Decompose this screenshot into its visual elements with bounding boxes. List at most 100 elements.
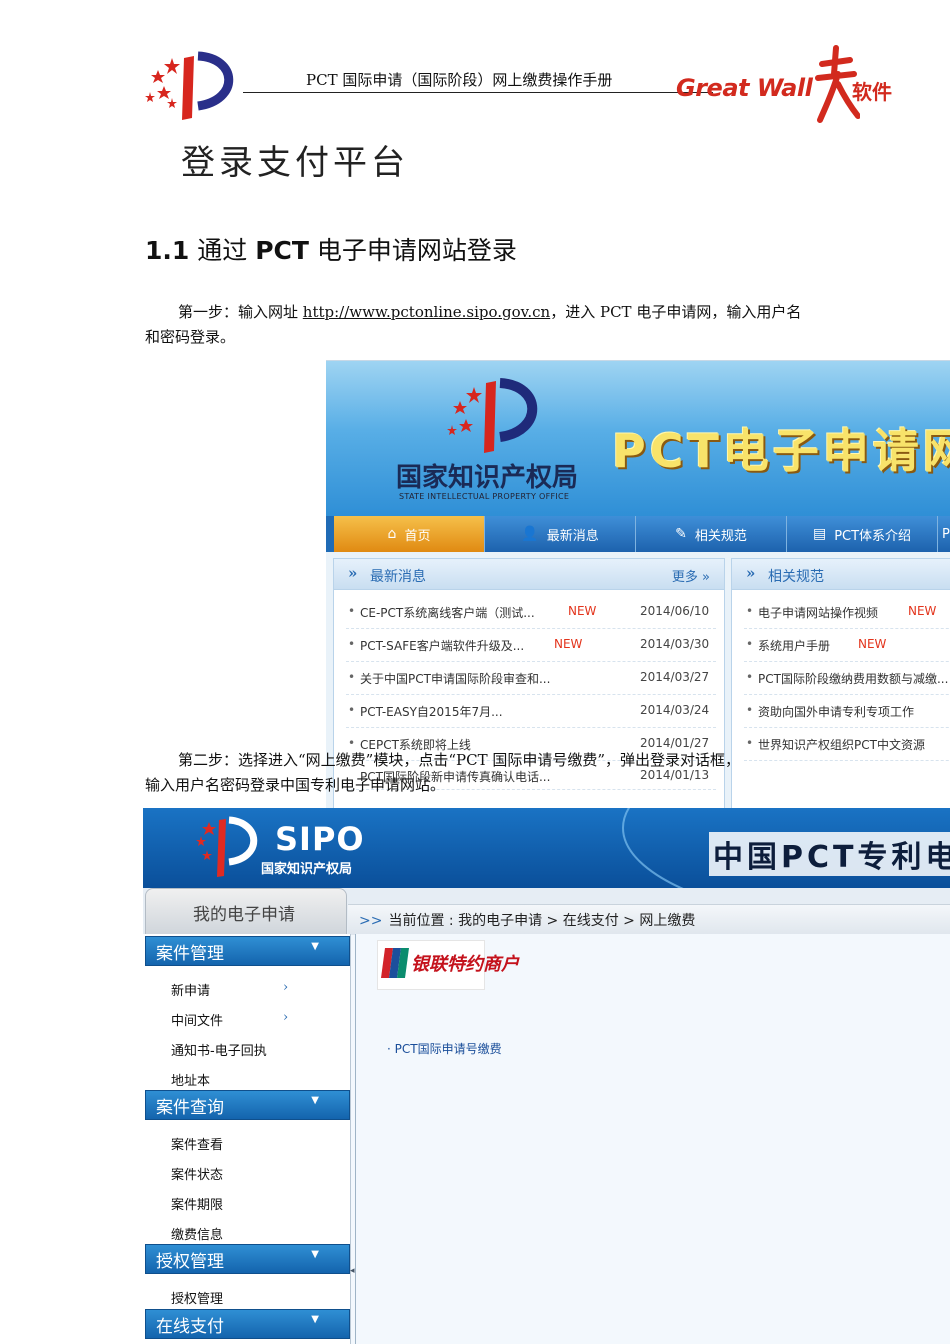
nav-home[interactable]: ⌂ 首页 (334, 516, 485, 552)
sidebar-section-title: 案件查询 (156, 1098, 224, 1118)
step2-line2: 输入用户名密码登录中国专利电子申请网站。 (145, 776, 446, 794)
pct-application-fee-link[interactable]: · PCT国际申请号缴费 (387, 1040, 502, 1057)
sidebar-section-title: 授权管理 (156, 1252, 224, 1272)
sidebar-item-case-deadline[interactable]: 案件期限 (171, 1194, 223, 1213)
sidebar-collapse-icon[interactable]: ◂ (350, 1266, 355, 1286)
cpct-site-title: 中国PCT专利电 (709, 832, 950, 876)
news-item-title: PCT-SAFE客户端软件升级及... (360, 639, 525, 653)
page-heading: 登录支付平台 (181, 143, 409, 183)
sidebar-item-notices-receipts[interactable]: 通知书-电子回执 (171, 1040, 267, 1059)
new-badge: NEW (554, 637, 583, 651)
sidebar-item-case-view[interactable]: 案件查看 (171, 1134, 223, 1153)
bullet-icon: • (348, 703, 356, 717)
bullet-icon: • (746, 637, 754, 651)
nav-pct-intro-label: PCT体系介绍 (834, 528, 912, 544)
news-item[interactable]: • PCT-SAFE客户端软件升级及... NEW 2014/03/30 (346, 628, 716, 662)
rules-item-title: 世界知识产权组织PCT中文资源 (758, 738, 925, 752)
double-chevron-icon: » (746, 564, 756, 582)
bullet-icon: • (746, 703, 754, 717)
news-more-label: 更多 (671, 570, 698, 585)
news-item[interactable]: • CE-PCT系统离线客户端（测试... NEW 2014/06/10 (346, 595, 716, 629)
user-icon: 👤 (521, 526, 539, 542)
sipo-emblem-logo (145, 51, 234, 120)
rules-panel-header: » 相关规范 (732, 559, 950, 590)
rules-item-title: PCT国际阶段缴纳费用数额与减缴... (758, 672, 949, 686)
section-number: 1.1 (145, 236, 190, 265)
step1-pre: 第一步：输入网址 (178, 303, 299, 321)
sidebar-section-authorization[interactable]: 授权管理 ▼ (145, 1244, 350, 1274)
pctonline-url-link[interactable]: http://www.pctonline.sipo.gov.cn (303, 303, 550, 321)
news-item-title: 关于中国PCT申请国际阶段审查和... (360, 672, 551, 686)
bullet-icon: • (746, 604, 754, 618)
portal-org-name: 国家知识产权局 (396, 463, 579, 493)
news-item-date: 2014/03/30 (640, 637, 710, 651)
document-icon: ▤ (812, 526, 827, 542)
header-rule (243, 92, 713, 93)
section-heading: 1.1 通过 PCT 电子申请网站登录 (145, 231, 517, 267)
portal-org-name-en: STATE INTELLECTUAL PROPERTY OFFICE (399, 492, 570, 501)
nav-news[interactable]: 👤 最新消息 (485, 516, 636, 552)
pct-portal-screenshot: 国家知识产权局 STATE INTELLECTUAL PROPERTY OFFI… (326, 360, 950, 809)
sidebar-section-case-management[interactable]: 案件管理 ▼ (145, 936, 350, 966)
nav-rules[interactable]: ✎ 相关规范 (636, 516, 787, 552)
news-item-date: 2014/03/24 (640, 703, 710, 717)
nav-home-label: 首页 (404, 528, 431, 544)
rules-panel-title: 相关规范 (768, 569, 824, 585)
sidebar-item-address-book[interactable]: 地址本 (171, 1070, 210, 1089)
bullet-icon: • (746, 670, 754, 684)
rules-item[interactable]: • 资助向国外申请专利专项工作 (744, 694, 950, 728)
sidebar-item-authorization[interactable]: 授权管理 (171, 1288, 223, 1307)
sipo-emblem-icon (447, 378, 538, 453)
news-more-link[interactable]: 更多 » (672, 566, 710, 585)
breadcrumb: >> 当前位置 : 我的电子申请 > 在线支付 > 网上缴费 (359, 910, 695, 930)
chevron-right-icon: › (283, 1010, 289, 1025)
section-title-bold: PCT (255, 236, 309, 265)
rules-item[interactable]: • 电子申请网站操作视频 NEW (744, 595, 950, 629)
sidebar-section-online-payment[interactable]: 在线支付 ▼ (145, 1309, 350, 1339)
news-item-title: PCT-EASY自2015年7月... (360, 705, 503, 719)
unionpay-merchant-label: 银联特约商户 (411, 954, 519, 975)
sidebar-section-title: 案件管理 (156, 944, 224, 964)
rules-item[interactable]: • PCT国际阶段缴纳费用数额与减缴... (744, 661, 950, 695)
unionpay-logo-icon (381, 948, 409, 978)
double-chevron-icon: » (348, 564, 358, 582)
news-item-title: CE-PCT系统离线客户端（测试... (360, 606, 535, 620)
sidebar-item-fee-info[interactable]: 缴费信息 (171, 1224, 223, 1243)
rules-item[interactable]: • 世界知识产权组织PCT中文资源 (744, 727, 950, 761)
sidebar-item-intermediate-docs[interactable]: 中间文件 (171, 1010, 223, 1029)
rules-item-title: 资助向国外申请专利专项工作 (758, 705, 915, 719)
bullet-icon: • (348, 670, 356, 684)
rules-item[interactable]: • 系统用户手册 NEW (744, 628, 950, 662)
step1-post: ，进入 PCT 电子申请网，输入用户名 (550, 303, 802, 321)
cpct-payment-screenshot: SIPO 国家知识产权局 中国PCT专利电 我的电子申请 >> 当前位置 : 我的… (143, 808, 950, 1344)
sidebar-section-case-query[interactable]: 案件查询 ▼ (145, 1090, 350, 1120)
nav-pct-intro[interactable]: ▤ PCT体系介绍 (787, 516, 938, 552)
chevron-right-icon: › (283, 980, 289, 995)
sidebar-item-case-status[interactable]: 案件状态 (171, 1164, 223, 1183)
greatwall-logo-text: Great Wall (676, 74, 813, 102)
news-item[interactable]: • 关于中国PCT申请国际阶段审查和... 2014/03/27 (346, 661, 716, 695)
step2-line1: 第二步：选择进入“网上缴费”模块，点击“PCT 国际申请号缴费”，弹出登录对话框… (178, 751, 741, 769)
breadcrumb-chevron-icon: >> (359, 913, 383, 929)
step1-line2: 和密码登录。 (145, 328, 236, 346)
step1-line1: 第一步：输入网址 http://www.pctonline.sipo.gov.c… (178, 300, 801, 324)
home-icon: ⌂ (387, 526, 397, 542)
my-applications-tab-label: 我的电子申请 (193, 905, 295, 925)
sidebar-section-title: 在线支付 (156, 1317, 224, 1337)
sidebar-item-new-application[interactable]: 新申请 (171, 980, 210, 999)
bullet-icon: • (746, 736, 754, 750)
rules-item-title: 系统用户手册 (758, 639, 831, 653)
new-badge: NEW (908, 604, 937, 618)
caret-down-icon: ▼ (311, 1095, 319, 1106)
sipo-emblem-icon (196, 816, 258, 877)
news-item-date: 2014/03/27 (640, 670, 710, 684)
nav-news-label: 最新消息 (546, 528, 599, 544)
document-header-title: PCT 国际申请（国际阶段）网上缴费操作手册 (306, 71, 613, 89)
news-panel-title: 最新消息 (370, 569, 426, 585)
rules-item-title: 电子申请网站操作视频 (758, 606, 879, 620)
nav-rules-label: 相关规范 (694, 528, 747, 544)
news-item[interactable]: • PCT-EASY自2015年7月... 2014/03/24 (346, 694, 716, 728)
nav-more[interactable]: P (938, 516, 950, 552)
new-badge: NEW (858, 637, 887, 651)
section-title-pre: 通过 (197, 236, 248, 265)
